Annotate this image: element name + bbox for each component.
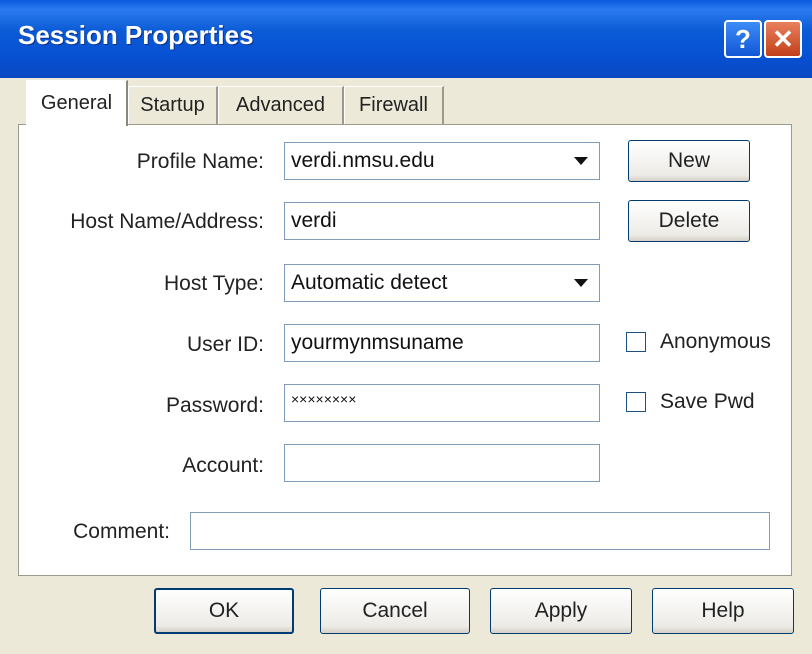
profile-name-label: Profile Name: — [136, 150, 264, 173]
window-title: Session Properties — [18, 20, 254, 50]
profile-name-value: verdi.nmsu.edu — [291, 149, 435, 172]
host-type-combo[interactable]: Automatic detect — [284, 264, 600, 302]
account-label: Account: — [182, 454, 264, 477]
close-icon[interactable]: ✕ — [764, 20, 802, 58]
checkbox-box[interactable] — [626, 392, 646, 412]
profile-name-combo[interactable]: verdi.nmsu.edu — [284, 142, 600, 180]
tab-general[interactable]: General — [26, 80, 128, 126]
host-name-label: Host Name/Address: — [70, 210, 264, 233]
host-type-label: Host Type: — [164, 272, 264, 295]
checkbox-box[interactable] — [626, 332, 646, 352]
chevron-down-icon[interactable] — [567, 147, 595, 175]
chevron-down-icon[interactable] — [567, 269, 595, 297]
anonymous-checkbox[interactable]: Anonymous — [626, 330, 771, 354]
new-button[interactable]: New — [628, 140, 750, 182]
anonymous-label: Anonymous — [660, 330, 771, 353]
comment-input[interactable] — [190, 512, 770, 550]
apply-button[interactable]: Apply — [490, 588, 632, 634]
delete-button[interactable]: Delete — [628, 200, 750, 242]
user-id-input[interactable]: yourmynmsuname — [284, 324, 600, 362]
account-input[interactable] — [284, 444, 600, 482]
save-pwd-checkbox[interactable]: Save Pwd — [626, 390, 755, 414]
save-pwd-label: Save Pwd — [660, 390, 755, 413]
host-name-input[interactable]: verdi — [284, 202, 600, 240]
cancel-button[interactable]: Cancel — [320, 588, 470, 634]
help-button[interactable]: Help — [652, 588, 794, 634]
title-bar[interactable]: Session Properties ? ✕ — [0, 0, 812, 78]
password-input[interactable]: ×××××××× — [284, 384, 600, 422]
host-type-value: Automatic detect — [291, 271, 448, 294]
user-id-label: User ID: — [186, 333, 264, 356]
tab-firewall[interactable]: Firewall — [344, 86, 444, 124]
help-icon[interactable]: ? — [724, 20, 762, 58]
tab-advanced[interactable]: Advanced — [218, 86, 344, 124]
ok-button[interactable]: OK — [154, 588, 294, 634]
comment-label: Comment: — [73, 520, 170, 543]
tab-startup[interactable]: Startup — [128, 86, 218, 124]
session-properties-dialog: Session Properties ? ✕ General Startup A… — [0, 0, 812, 654]
password-label: Password: — [165, 394, 264, 417]
